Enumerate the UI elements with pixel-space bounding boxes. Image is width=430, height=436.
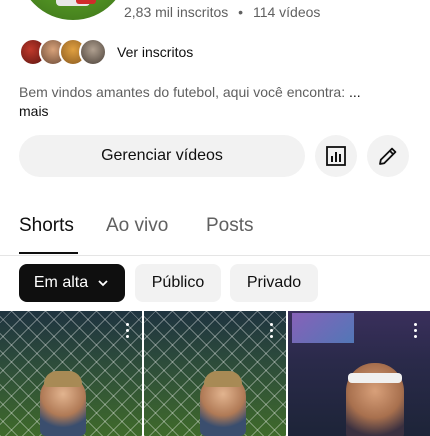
- channel-avatar[interactable]: [18, 0, 128, 20]
- filter-chip-label: Público: [151, 274, 205, 291]
- channel-description[interactable]: Bem vindos amantes do futebol, aqui você…: [19, 83, 414, 121]
- bar-chart-icon: [326, 146, 346, 166]
- view-subscribers-row[interactable]: Ver inscritos: [19, 37, 193, 67]
- description-ellipsis: ...: [348, 84, 361, 100]
- more-link[interactable]: mais: [19, 102, 414, 121]
- tab-live[interactable]: Ao vivo: [106, 215, 168, 237]
- filter-chip-trending[interactable]: Em alta: [19, 264, 125, 302]
- filter-chip-label: Privado: [246, 274, 302, 291]
- active-tab-indicator: [19, 252, 78, 254]
- channel-stats: 2,83 mil inscritos • 114 vídeos: [124, 4, 320, 20]
- edit-channel-button[interactable]: [367, 135, 409, 177]
- chevron-down-icon: [98, 280, 108, 287]
- short-thumbnail[interactable]: [0, 311, 142, 436]
- manage-videos-button[interactable]: Gerenciar vídeos: [19, 135, 305, 177]
- more-options-icon[interactable]: [126, 323, 130, 341]
- pencil-icon: [379, 147, 397, 165]
- channel-tabs: Shorts Ao vivo Posts: [0, 205, 430, 256]
- filter-chip-public[interactable]: Público: [135, 264, 221, 302]
- filter-chip-label: Em alta: [33, 274, 89, 291]
- video-count: 114 vídeos: [252, 4, 321, 20]
- subscriber-avatar: [79, 38, 107, 66]
- short-thumbnail[interactable]: [144, 311, 286, 436]
- more-options-icon[interactable]: [270, 323, 274, 341]
- tab-posts[interactable]: Posts: [206, 215, 254, 237]
- analytics-button[interactable]: [315, 135, 357, 177]
- more-options-icon[interactable]: [414, 323, 418, 341]
- stats-separator: •: [238, 4, 244, 20]
- filter-chip-private[interactable]: Privado: [230, 264, 318, 302]
- subscriber-count: 2,83 mil inscritos: [124, 4, 229, 20]
- short-thumbnail[interactable]: [288, 311, 430, 436]
- description-text: Bem vindos amantes do futebol, aqui você…: [19, 84, 346, 100]
- tab-shorts[interactable]: Shorts: [19, 215, 74, 237]
- view-subscribers-link[interactable]: Ver inscritos: [117, 44, 193, 60]
